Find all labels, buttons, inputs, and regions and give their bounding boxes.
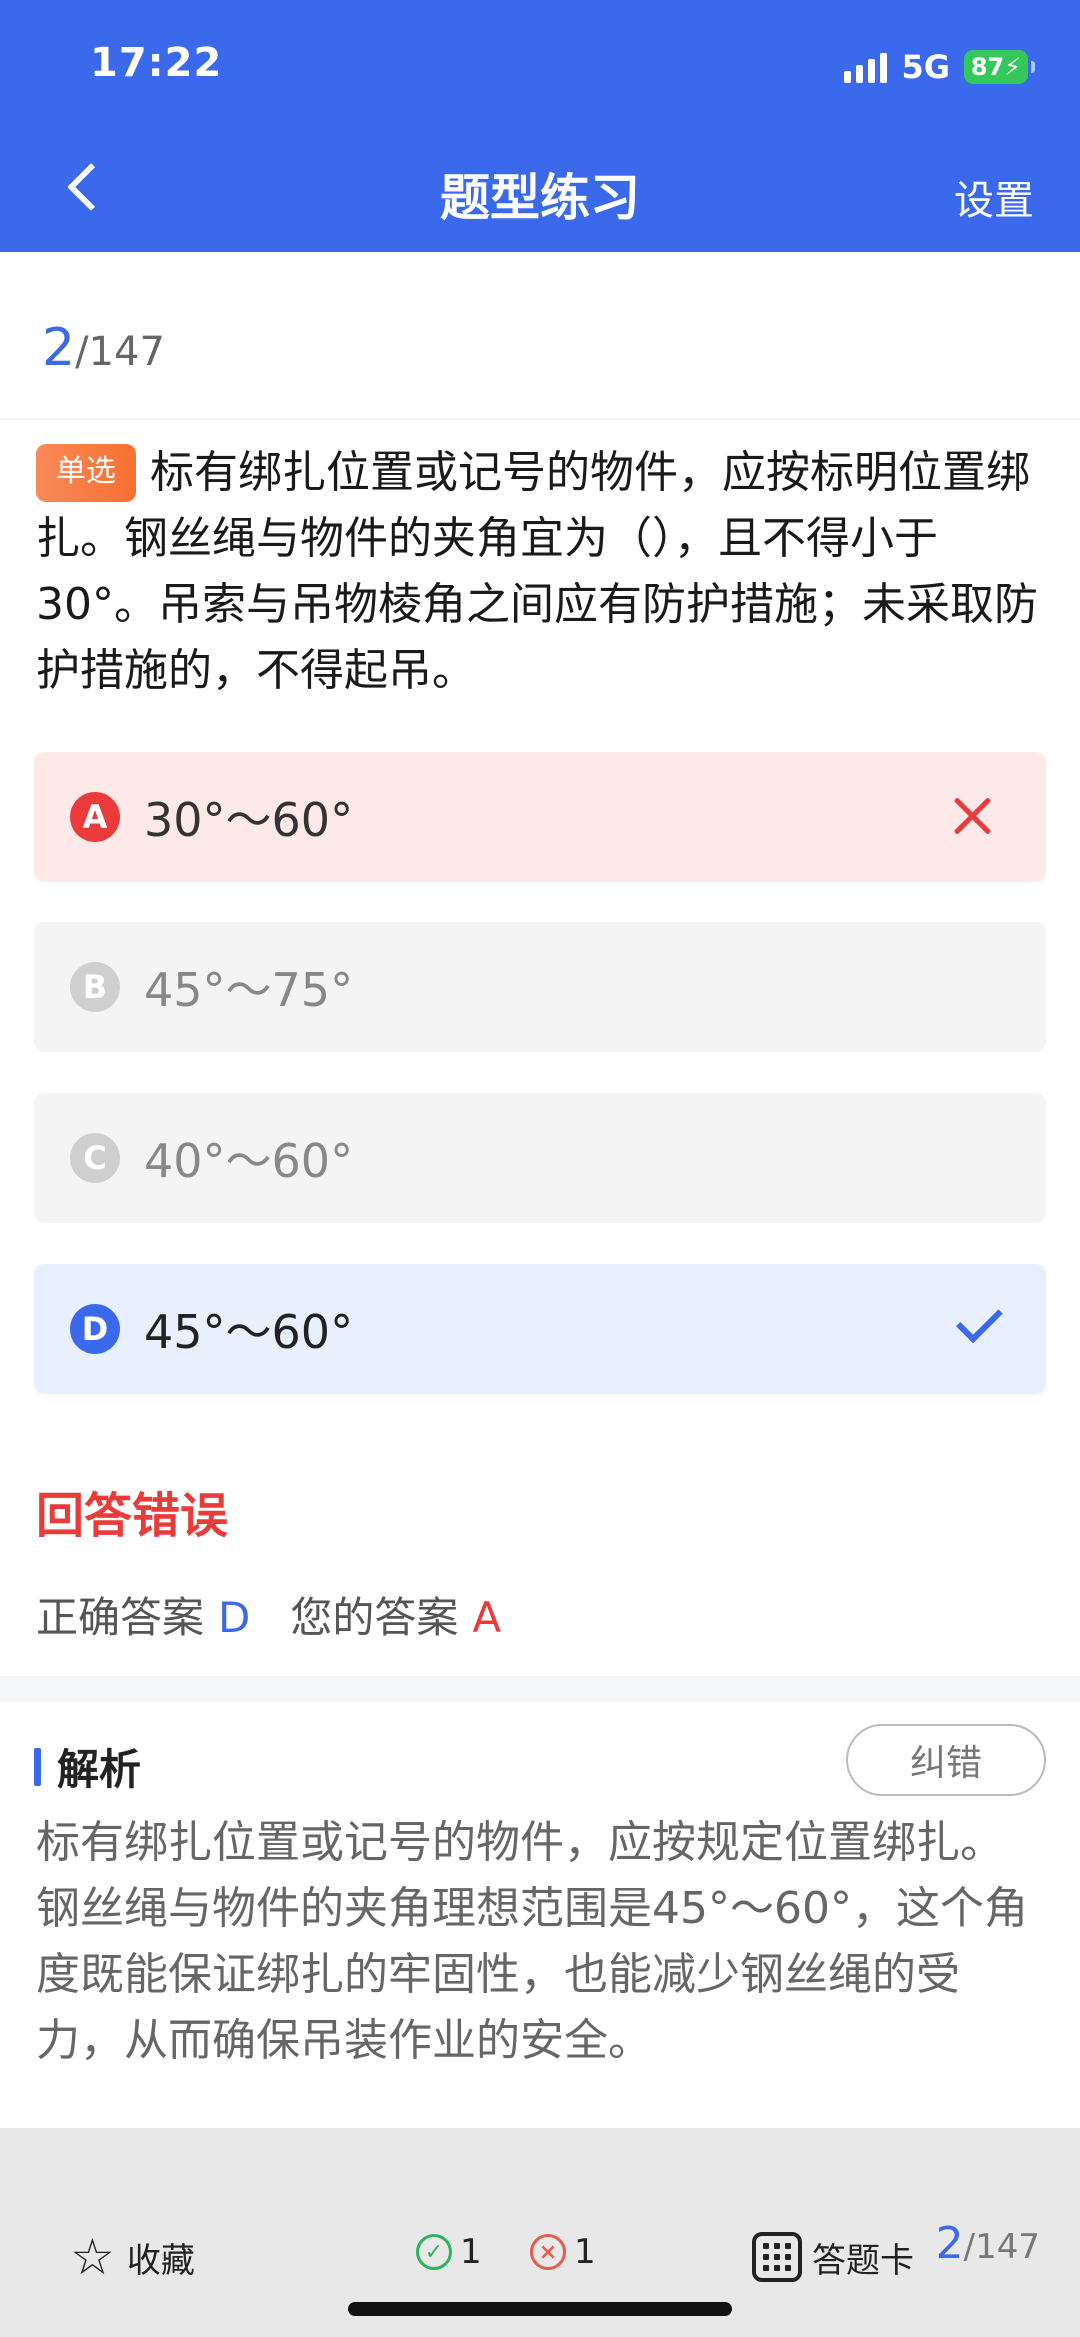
counter-current: 2 (42, 318, 76, 378)
wrong-mark-icon (948, 792, 996, 840)
divider (0, 418, 1080, 420)
option-letter: C (70, 1133, 120, 1183)
correct-answer-value: D (218, 1593, 251, 1642)
top-header: 17:22 5G 87 ⚡ 题型练习 设置 (0, 0, 1080, 252)
network-type: 5G (901, 48, 950, 86)
option-text: 30°～60° (144, 793, 354, 847)
wrong-count-value: 1 (574, 2232, 596, 2272)
signal-icon (844, 51, 888, 83)
bottom-counter-total: /147 (963, 2227, 1040, 2267)
option-b[interactable]: B 45°～75° (34, 922, 1046, 1052)
your-answer-value: A (472, 1593, 502, 1642)
battery-level: 87 (970, 53, 1005, 81)
answer-card-button[interactable]: 答题卡 (752, 2232, 914, 2282)
answer-summary: 正确答案 D 您的答案 A (36, 1584, 501, 1645)
question-type-tag: 单选 (36, 444, 136, 502)
option-text: 45°～75° (144, 963, 354, 1017)
check-mark-icon (956, 1296, 1003, 1344)
battery-icon: 87 ⚡ (964, 50, 1035, 84)
analysis-title: 解析 (57, 1745, 142, 1794)
question-text: 标有绑扎位置或记号的物件，应按标明位置绑扎。钢丝绳与物件的夹角宜为（），且不得小… (36, 447, 1038, 696)
answer-card-label: 答题卡 (812, 2240, 914, 2281)
grid-icon (752, 2232, 802, 2282)
option-text: 45°～60° (144, 1305, 354, 1359)
option-letter: B (70, 962, 120, 1012)
correct-answer-label: 正确答案 (36, 1593, 205, 1642)
counter-total: /147 (75, 329, 165, 375)
status-icons: 5G 87 ⚡ (844, 48, 1035, 86)
settings-button[interactable]: 设置 (954, 168, 1034, 226)
check-circle-icon: ✓ (416, 2234, 452, 2270)
analysis-text: 标有绑扎位置或记号的物件，应按规定位置绑扎。钢丝绳与物件的夹角理想范围是45°～… (36, 1817, 1028, 2066)
bottom-counter-current: 2 (935, 2218, 964, 2269)
favorite-button[interactable]: ☆ 收藏 (70, 2232, 195, 2282)
bottom-counter: 2/147 (936, 2218, 1040, 2269)
question-block: 单选 标有绑扎位置或记号的物件，应按标明位置绑扎。钢丝绳与物件的夹角宜为（），且不… (36, 440, 1046, 704)
option-c[interactable]: C 40°～60° (34, 1093, 1046, 1223)
analysis-header: 解析 (34, 1736, 141, 1797)
page-title: 题型练习 (440, 169, 640, 227)
option-text: 40°～60° (144, 1134, 354, 1188)
correct-count-value: 1 (460, 2232, 482, 2272)
favorite-label: 收藏 (126, 2240, 195, 2281)
question-counter: 2/147 (42, 318, 165, 378)
result-title: 回答错误 (36, 1488, 229, 1544)
home-indicator[interactable] (348, 2302, 732, 2316)
correct-count: ✓ 1 (416, 2232, 482, 2272)
section-gap (0, 1676, 1080, 1702)
option-d[interactable]: D 45°～60° (34, 1264, 1046, 1394)
wrong-count: × 1 (530, 2232, 596, 2272)
report-error-button[interactable]: 纠错 (846, 1724, 1046, 1796)
option-letter: D (70, 1304, 120, 1354)
x-circle-icon: × (530, 2234, 566, 2270)
status-time: 17:22 (90, 40, 223, 86)
option-letter: A (70, 792, 120, 842)
option-a[interactable]: A 30°～60° (34, 752, 1046, 882)
star-icon: ☆ (70, 2228, 115, 2286)
your-answer-label: 您的答案 (290, 1593, 459, 1642)
accent-bar (34, 1747, 41, 1786)
